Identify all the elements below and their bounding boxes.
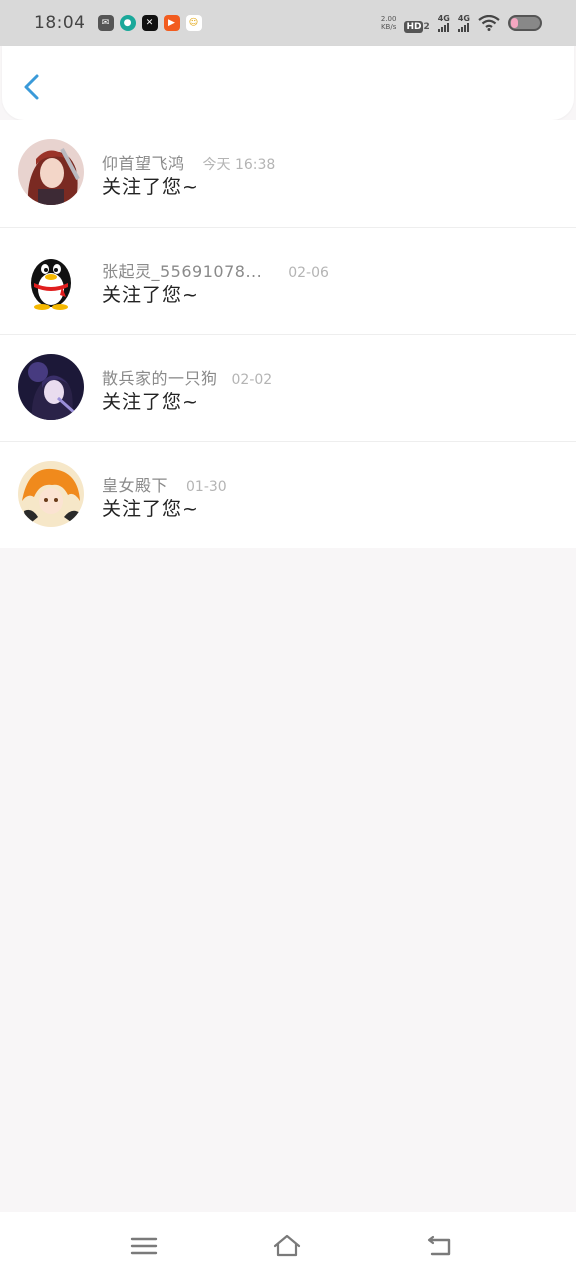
screen: 18:04 ✉ ● ✕ ▶ ☺ 2.00 KB/s HD 2 4G 4G 仰首望… — [0, 0, 576, 1280]
list-item[interactable]: 散兵家的一只狗 02-02 关注了您~ — [0, 334, 576, 441]
notification-list: 仰首望飞鸿 今天 16:38 关注了您~ 张起灵_55691078... 02-… — [0, 120, 576, 548]
item-time: 02-02 — [231, 372, 273, 388]
list-item[interactable]: 张起灵_55691078... 02-06 关注了您~ — [0, 227, 576, 334]
kuaishou-icon: ▶ — [163, 15, 180, 31]
status-app-icons: ✉ ● ✕ ▶ ☺ — [97, 15, 202, 31]
list-item[interactable]: 皇女殿下 01-30 关注了您~ — [0, 441, 576, 548]
item-time: 02-06 — [288, 265, 329, 281]
header — [2, 46, 574, 120]
user-name[interactable]: 皇女殿下 — [102, 472, 168, 496]
emoji-app-icon: ☺ — [185, 15, 202, 31]
anime-avatar-red-icon[interactable] — [18, 139, 84, 205]
anime-avatar-orange-icon[interactable] — [18, 461, 84, 527]
item-message: 关注了您~ — [102, 284, 199, 306]
message-app-icon: ✉ — [97, 15, 114, 31]
wifi-icon — [478, 15, 500, 31]
item-meta: 张起灵_55691078... 02-06 — [102, 258, 329, 282]
item-message: 关注了您~ — [102, 498, 199, 520]
system-nav-bar — [0, 1212, 576, 1280]
list-item[interactable]: 仰首望飞鸿 今天 16:38 关注了您~ — [0, 120, 576, 227]
menu-icon[interactable] — [129, 1232, 159, 1260]
qq-penguin-avatar-icon[interactable] — [18, 247, 84, 313]
battery-icon — [508, 15, 542, 31]
back-icon[interactable] — [425, 1232, 455, 1260]
teal-app-icon: ● — [119, 15, 136, 31]
user-name[interactable]: 仰首望飞鸿 — [102, 150, 185, 174]
signal-icon-2: 4G — [457, 14, 470, 32]
status-right: 2.00 KB/s HD 2 4G 4G — [381, 14, 542, 33]
user-name[interactable]: 散兵家的一只狗 — [102, 365, 218, 389]
capcut-icon: ✕ — [141, 15, 158, 31]
user-name[interactable]: 张起灵_55691078... — [102, 258, 262, 282]
status-bar: 18:04 ✉ ● ✕ ▶ ☺ 2.00 KB/s HD 2 4G 4G — [0, 0, 576, 46]
chevron-left-icon[interactable] — [20, 70, 44, 104]
status-time: 18:04 — [34, 13, 86, 33]
item-time: 01-30 — [186, 479, 227, 495]
item-meta: 皇女殿下 01-30 — [102, 472, 227, 496]
item-message: 关注了您~ — [102, 391, 199, 413]
signal-icon-1: 4G — [437, 14, 450, 32]
item-time: 今天 16:38 — [202, 157, 276, 173]
item-message: 关注了您~ — [102, 176, 199, 198]
hd-icon: HD 2 — [404, 20, 430, 33]
item-meta: 散兵家的一只狗 02-02 — [102, 365, 272, 389]
net-speed: 2.00 KB/s — [380, 15, 397, 31]
item-meta: 仰首望飞鸿 今天 16:38 — [102, 150, 275, 174]
home-icon[interactable] — [272, 1232, 302, 1260]
anime-avatar-purple-icon[interactable] — [18, 354, 84, 420]
